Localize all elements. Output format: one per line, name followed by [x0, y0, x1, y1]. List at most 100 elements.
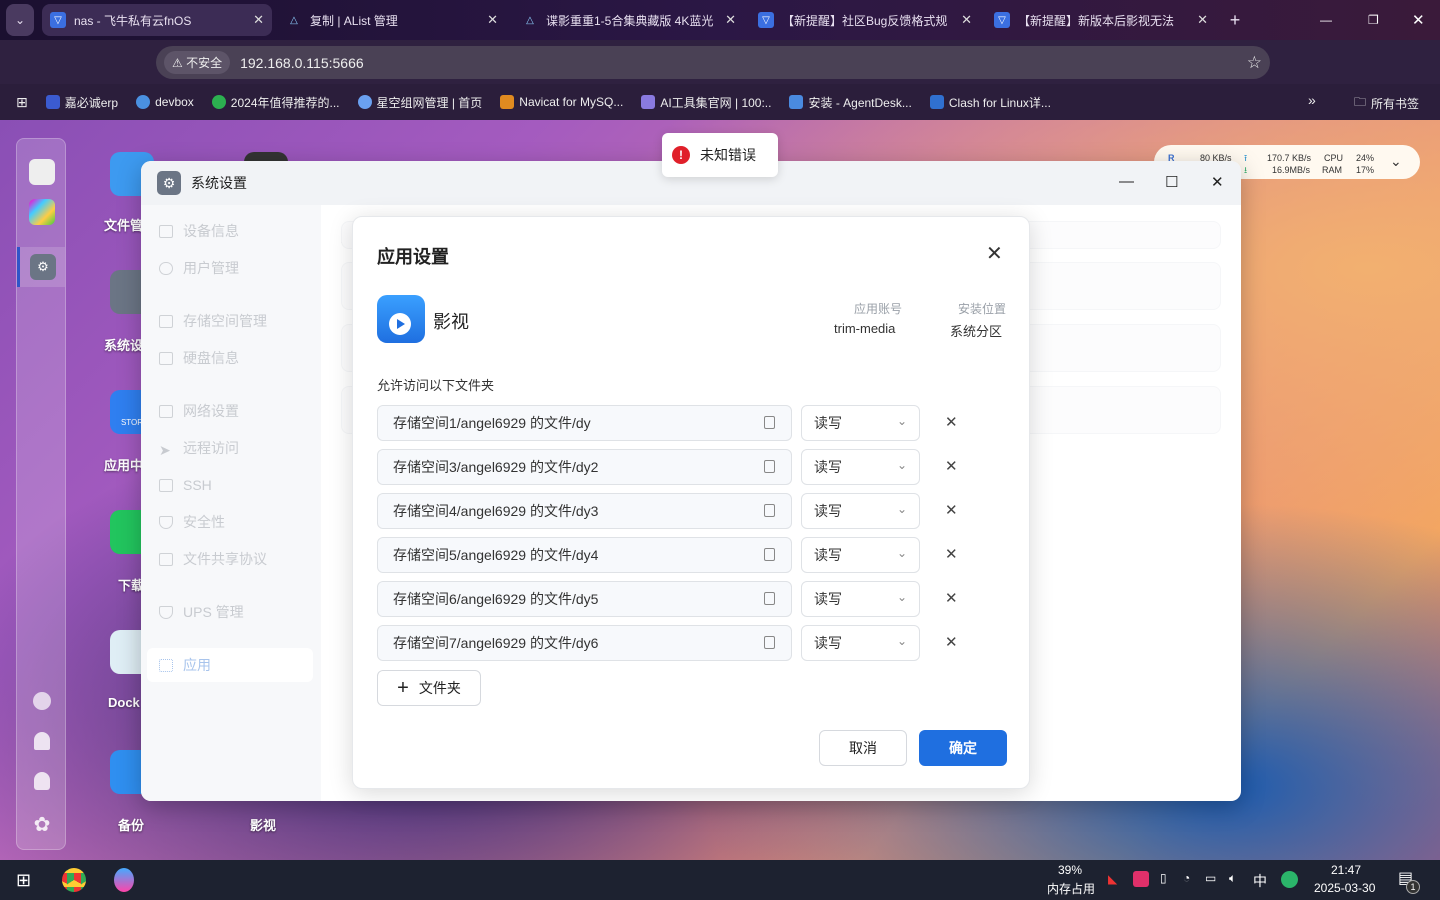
folder-path-field[interactable]: 存储空间7/angel6929 的文件/dy6 — [377, 625, 792, 661]
restore-button[interactable]: ❐ — [1360, 4, 1387, 36]
window-maximize-button[interactable]: ☐ — [1165, 173, 1178, 191]
app-taskbar-icon[interactable] — [114, 868, 134, 892]
copy-icon[interactable] — [764, 504, 775, 517]
permission-select[interactable]: 读写 ⌄ — [801, 493, 920, 529]
close-window-button[interactable]: ✕ — [1404, 4, 1433, 36]
usb-icon[interactable]: ▯ — [1160, 871, 1167, 885]
window-minimize-button[interactable]: — — [1119, 173, 1134, 190]
security-indicator[interactable]: ⚠ 不安全 — [164, 51, 231, 74]
tab-title: nas - 飞牛私有云fnOS — [74, 13, 192, 28]
tab-bug-report[interactable]: ▽ 【新提醒】社区Bug反馈格式规 ✕ — [750, 4, 980, 36]
apps-grid-icon[interactable]: ⊞ — [16, 94, 28, 111]
folder-path-field[interactable]: 存储空间4/angel6929 的文件/dy3 — [377, 493, 792, 529]
sidebar-item-file-sharing[interactable]: 文件共享协议 — [157, 542, 313, 576]
url-text[interactable]: 192.168.0.115:5666 — [240, 55, 1237, 71]
tab-reminder[interactable]: ▽ 【新提醒】新版本后影视无法 ✕ — [986, 4, 1216, 36]
sidebar-label: 远程访问 — [183, 440, 239, 456]
copy-icon[interactable] — [764, 460, 775, 473]
sidebar-item-remote[interactable]: ➤ 远程访问 — [157, 431, 313, 465]
more-bookmarks-icon[interactable]: » — [1308, 92, 1316, 108]
close-tab-icon[interactable]: ✕ — [487, 12, 498, 28]
all-bookmarks-folder[interactable]: 🗀 所有书签 — [1354, 93, 1419, 114]
bookmark-item[interactable]: devbox — [136, 95, 194, 109]
permission-select[interactable]: 读写 ⌄ — [801, 581, 920, 617]
sidebar-label: 文件共享协议 — [183, 551, 267, 567]
permission-select[interactable]: 读写 ⌄ — [801, 405, 920, 441]
permission-select[interactable]: 读写 ⌄ — [801, 449, 920, 485]
copy-icon[interactable] — [764, 548, 775, 561]
permission-select[interactable]: 读写 ⌄ — [801, 537, 920, 573]
bookmark-item[interactable]: AI工具集官网 | 100:.. — [641, 94, 771, 111]
tab-nas[interactable]: ▽ nas - 飞牛私有云fnOS ✕ — [42, 4, 272, 36]
window-close-button[interactable]: ✕ — [1211, 173, 1224, 191]
desktop-icon[interactable] — [29, 159, 55, 185]
remove-folder-button[interactable]: ✕ — [945, 545, 958, 563]
minimize-button[interactable]: — — [1312, 4, 1340, 36]
transfer-icon[interactable] — [33, 692, 51, 710]
clock-date[interactable]: 2025-03-30 — [1314, 881, 1375, 895]
copy-icon[interactable] — [764, 592, 775, 605]
ime-indicator[interactable]: 中 — [1253, 871, 1267, 891]
bookmark-item[interactable]: Clash for Linux详... — [929, 94, 1051, 111]
sidebar-item-network[interactable]: 网络设置 — [157, 394, 313, 428]
folder-path-field[interactable]: 存储空间1/angel6929 的文件/dy — [377, 405, 792, 441]
tab-movie[interactable]: △ 谍影重重1-5合集典藏版 4K蓝光 ✕ — [514, 4, 744, 36]
remove-folder-button[interactable]: ✕ — [945, 501, 958, 519]
tray-app-icon[interactable] — [1281, 871, 1298, 888]
omnibox[interactable]: ⚠ 不安全 192.168.0.115:5666 ☆ — [156, 46, 1270, 79]
close-tab-icon[interactable]: ✕ — [961, 12, 972, 28]
app-launcher-icon[interactable] — [29, 199, 55, 225]
tray-app-icon[interactable]: ◣ — [1108, 872, 1117, 886]
sidebar-item-device-info[interactable]: 设备信息 — [157, 214, 313, 248]
remove-folder-button[interactable]: ✕ — [945, 589, 958, 607]
wifi-icon[interactable]: ◔ — [1183, 871, 1190, 885]
bookmark-item[interactable]: 2024年值得推荐的... — [211, 94, 340, 111]
tab-alist[interactable]: △ 复制 | AList 管理 ✕ — [278, 4, 506, 36]
cancel-button[interactable]: 取消 — [819, 730, 907, 766]
permission-select[interactable]: 读写 ⌄ — [801, 625, 920, 661]
new-tab-button[interactable]: + — [1222, 4, 1248, 36]
tab-search-button[interactable]: ⌄ — [6, 4, 34, 36]
folder-path-field[interactable]: 存储空间5/angel6929 的文件/dy4 — [377, 537, 792, 573]
folder-path-field[interactable]: 存储空间3/angel6929 的文件/dy2 — [377, 449, 792, 485]
remove-folder-button[interactable]: ✕ — [945, 457, 958, 475]
user-icon[interactable] — [34, 772, 50, 790]
bookmark-item[interactable]: 安装 - AgentDesk... — [789, 94, 912, 111]
clock-time[interactable]: 21:47 — [1331, 863, 1361, 877]
sidebar-item-disk[interactable]: 硬盘信息 — [157, 341, 313, 375]
bookmark-item[interactable]: 星空组网管理 | 首页 — [357, 94, 482, 111]
sidebar-item-apps[interactable]: 应用 — [147, 648, 313, 682]
close-tab-icon[interactable]: ✕ — [253, 12, 264, 28]
tray-app-icon[interactable] — [1133, 871, 1149, 887]
permission-value: 读写 — [814, 415, 842, 431]
dialog-close-button[interactable]: ✕ — [986, 241, 1003, 266]
bookmark-item[interactable]: 嘉必诚erp — [45, 94, 118, 111]
chrome-taskbar-icon[interactable] — [62, 868, 86, 892]
windows-start-icon[interactable]: ⊞ — [16, 870, 31, 891]
bookmark-star-icon[interactable]: ☆ — [1247, 53, 1262, 73]
gear-icon[interactable]: ✿ — [29, 812, 55, 838]
bell-icon[interactable] — [34, 732, 50, 750]
remove-folder-button[interactable]: ✕ — [945, 633, 958, 651]
folder-path-field[interactable]: 存储空间6/angel6929 的文件/dy5 — [377, 581, 792, 617]
sidebar-item-storage[interactable]: 存储空间管理 — [157, 304, 313, 338]
confirm-button[interactable]: 确定 — [919, 730, 1007, 766]
sidebar-item-ups[interactable]: UPS 管理 — [157, 595, 313, 629]
add-folder-button[interactable]: + 文件夹 — [377, 670, 481, 706]
sidebar-item-users[interactable]: 用户管理 — [157, 251, 313, 285]
sidebar-label: SSH — [183, 477, 212, 493]
dock-active-settings[interactable]: ⚙ — [17, 247, 65, 287]
sidebar-label: 设备信息 — [183, 223, 239, 239]
close-tab-icon[interactable]: ✕ — [1197, 12, 1208, 28]
volume-icon[interactable]: 🔈︎ — [1229, 871, 1236, 886]
close-tab-icon[interactable]: ✕ — [725, 12, 736, 28]
expand-chevron-icon[interactable]: ⌄ — [1390, 153, 1402, 170]
copy-icon[interactable] — [764, 416, 775, 429]
bookmark-item[interactable]: Navicat for MySQ... — [500, 95, 623, 109]
sidebar-item-ssh[interactable]: SSH — [157, 468, 313, 502]
battery-icon[interactable]: ▭ — [1205, 871, 1216, 885]
sidebar-item-security[interactable]: 安全性 — [157, 505, 313, 539]
copy-icon[interactable] — [764, 636, 775, 649]
shield-icon — [159, 605, 173, 619]
remove-folder-button[interactable]: ✕ — [945, 413, 958, 431]
